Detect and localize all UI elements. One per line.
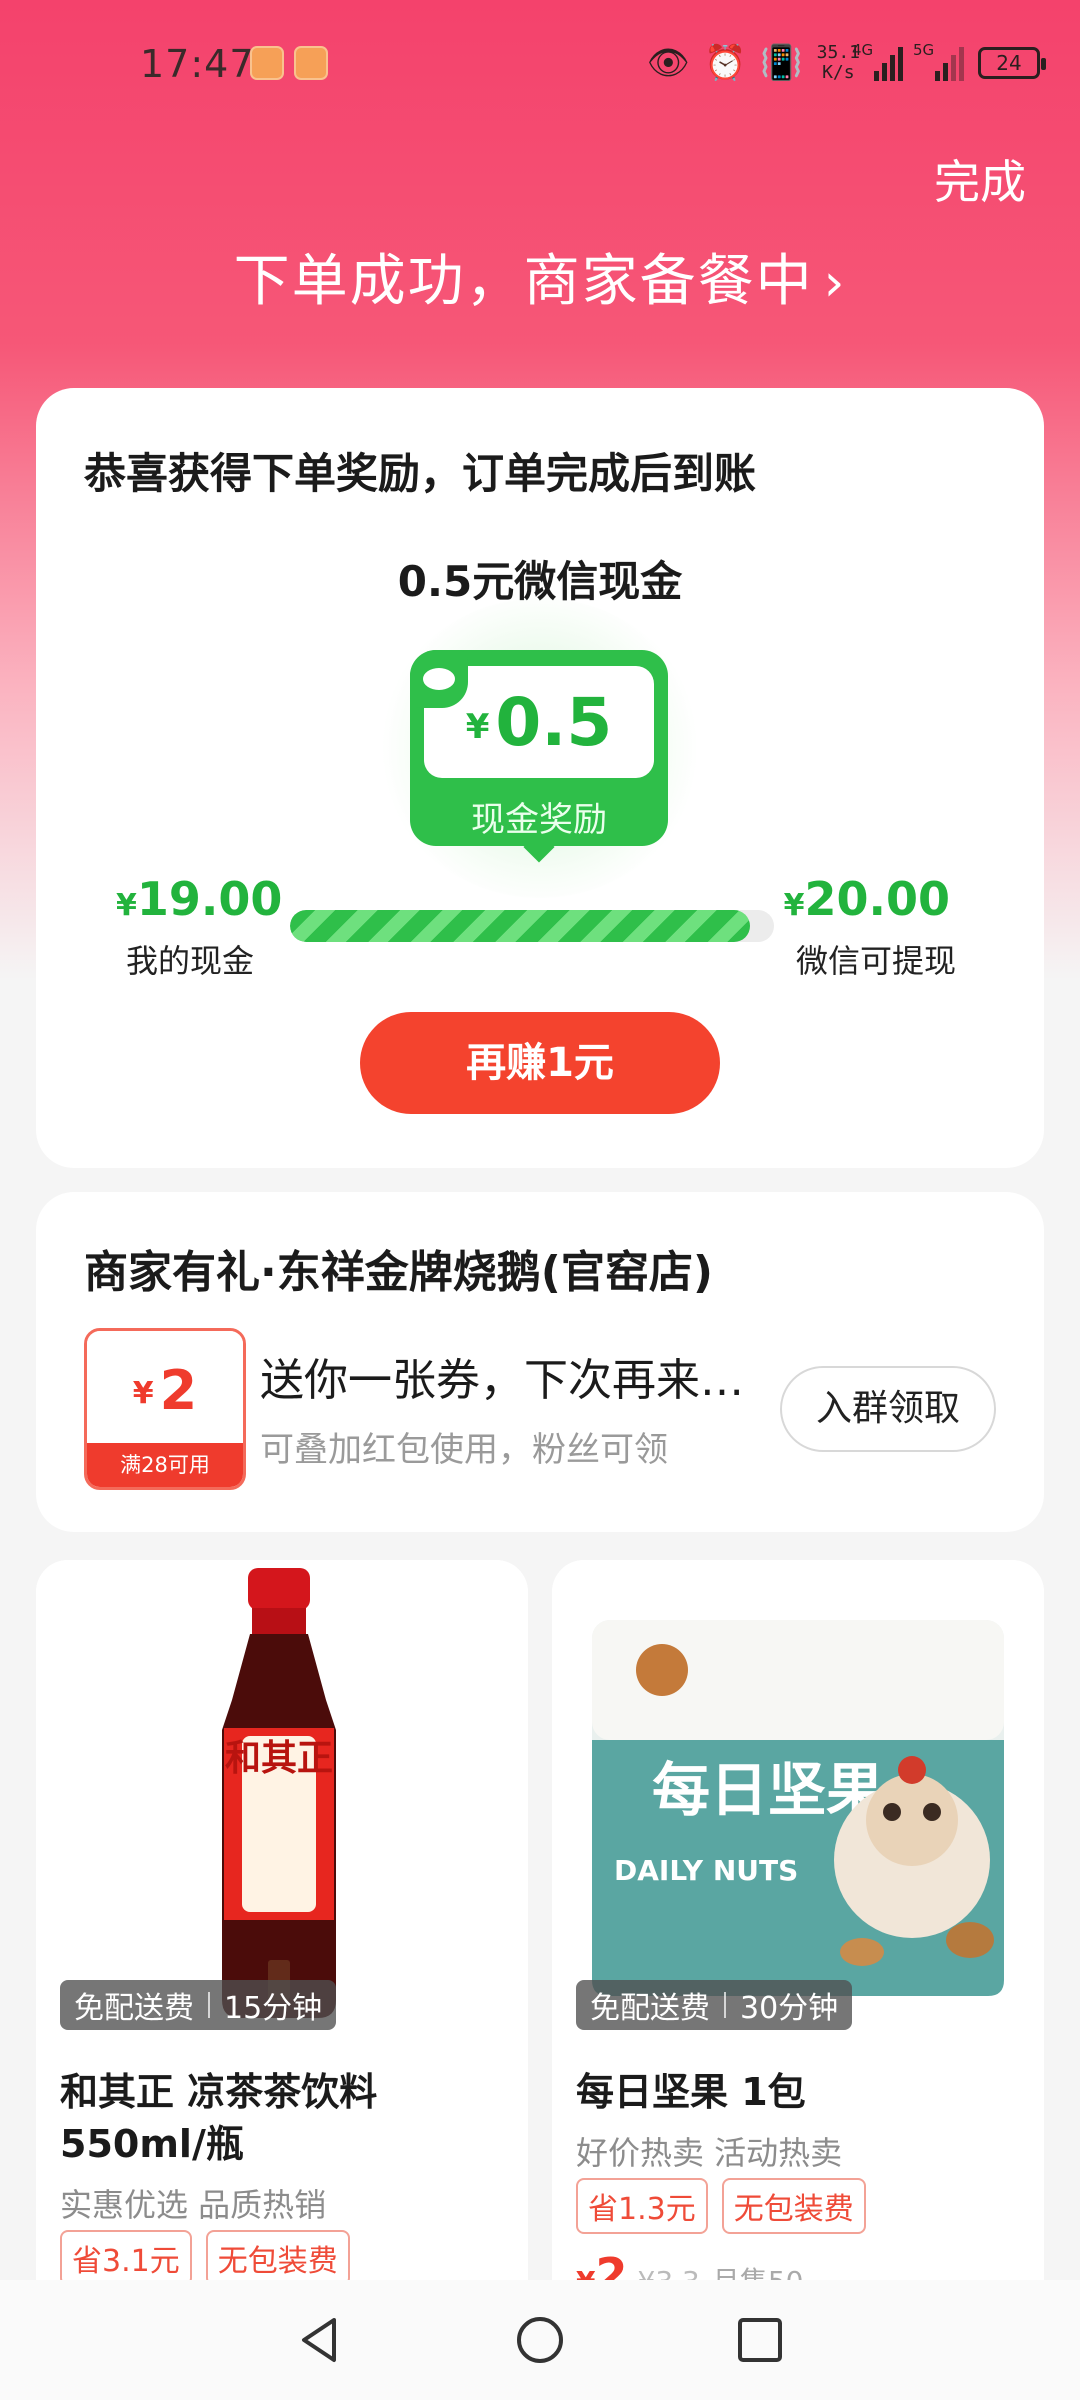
bottle-label: 和其正 [225,1737,333,1779]
withdraw-yen: ¥ [783,888,805,923]
withdraw-caption: 微信可提现 [795,942,956,980]
my-cash-yen: ¥ [116,888,137,923]
coupon-text: 送你一张券，下次再来… [260,1355,744,1406]
delivery-time: 30分钟 [740,1991,839,2026]
signal-5g-label: 5G [913,41,935,59]
shop-gift-title: 商家有礼·东祥金牌烧鹅(官窑店) [84,1247,713,1298]
cash-progress-fill [290,910,750,942]
order-status-text: 下单成功，商家备餐中 [233,249,814,314]
order-status-title[interactable]: 下单成功，商家备餐中 › [0,236,1080,317]
recents-button[interactable] [730,2310,790,2370]
signal-5g-icon: 5G [913,41,964,81]
product-tagline: 好价热卖 活动热卖 [576,2134,843,2172]
notification-app-icon [250,46,284,80]
withdraw-amount: ¥20.00 [784,872,950,926]
vibrate-icon: 📳 [760,43,803,83]
product-card[interactable]: 每日坚果 DAILY NUTS 免配送费 30分钟 每日坚果 1包 好价热卖 活… [552,1560,1044,2320]
coupon-value: ¥ 2 [87,1331,243,1449]
recents-square-icon [738,2318,782,2362]
delivery-fee: 免配送费 [590,1991,710,2026]
no-packaging-fee-tag: 无包装费 [721,2178,866,2234]
battery-icon: 24 [978,47,1046,79]
product-name: 和其正 凉茶茶饮料550ml/瓶 [60,2070,378,2166]
product-image-herbal-tea: 和其正 [36,1560,528,2020]
my-cash-caption: 我的现金 [126,942,255,980]
reward-title: 恭喜获得下单奖励，订单完成后到账 [84,449,757,498]
coupon-description: 可叠加红包使用，粉丝可领 [260,1430,668,1470]
delivery-badge: 免配送费 15分钟 [60,1980,337,2030]
wechat-icon [410,650,468,708]
system-navigation-bar [0,2280,1080,2400]
product-tags: 省3.1元 无包装费 [60,2230,350,2286]
home-circle-icon [517,2317,563,2363]
net-speed-unit: K/s [822,62,855,83]
my-cash-amount: ¥19.00 [116,872,282,926]
done-button[interactable]: 完成 [934,146,1026,212]
status-bar: 17:47 👁 ⏰ 📳 35.1 K/s 4G 5G 24 [0,0,1080,130]
back-button[interactable] [290,2310,350,2370]
earn-more-button[interactable]: 再赚1元 [360,1012,720,1114]
shop-gift-card: 商家有礼·东祥金牌烧鹅(官窑店) ¥ 2 满28可用 送你一张券，下次再来… 可… [36,1192,1044,1532]
signal-4g-icon: 4G [852,41,903,81]
delivery-badge: 免配送费 30分钟 [576,1980,853,2030]
coupon-condition: 满28可用 [87,1443,243,1487]
home-button[interactable] [510,2310,570,2370]
no-packaging-fee-tag: 无包装费 [205,2230,350,2286]
coupon-badge[interactable]: ¥ 2 满28可用 [84,1328,246,1490]
delivery-fee: 免配送费 [74,1991,194,2026]
cash-amount: 0.5 [495,683,613,761]
delivery-time: 15分钟 [224,1991,323,2026]
reward-card: 恭喜获得下单奖励，订单完成后到账 0.5元微信现金 ¥ 0.5 现金奖励 ¥19… [36,388,1044,1168]
cash-yen-symbol: ¥ [465,707,490,747]
my-cash-value: 19.00 [136,872,283,926]
chevron-right-icon: › [823,253,847,313]
withdraw-value: 20.00 [804,872,950,926]
back-triangle-icon [302,2318,336,2362]
product-card[interactable]: 和其正 免配送费 15分钟 和其正 凉茶茶饮料550ml/瓶 实惠优选 品质热销… [36,1560,528,2320]
pack-subtitle: DAILY NUTS [614,1854,798,1887]
savings-tag: 省3.1元 [60,2230,192,2286]
coupon-yen: ¥ [132,1375,154,1411]
eye-icon: 👁 [646,43,690,83]
savings-tag: 省1.3元 [576,2178,708,2234]
product-tags: 省1.3元 无包装费 [576,2178,866,2234]
signal-4g-label: 4G [852,41,874,59]
product-image-daily-nuts: 每日坚果 DAILY NUTS [552,1560,1044,2020]
coupon-amount: 2 [159,1358,198,1422]
alarm-icon: ⏰ [703,43,747,83]
status-icons: 👁 ⏰ 📳 35.1 K/s 4G 5G 24 [646,38,1046,88]
cash-progress-bar [290,910,774,942]
notification-app-icon [294,46,328,80]
product-name: 每日坚果 1包 [576,2070,806,2114]
product-tagline: 实惠优选 品质热销 [60,2186,327,2224]
status-time: 17:47 [140,42,255,86]
join-group-button[interactable]: 入群领取 [780,1366,996,1452]
